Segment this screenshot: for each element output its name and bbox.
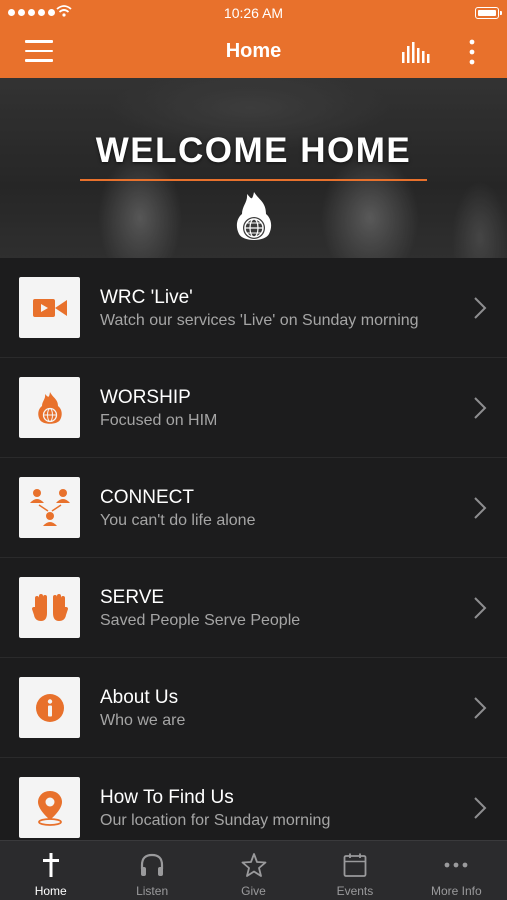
menu-list: WRC 'Live' Watch our services 'Live' on … (0, 258, 507, 840)
more-vertical-icon[interactable] (467, 39, 477, 65)
raised-hands-icon (19, 577, 80, 638)
tab-events[interactable]: Events (304, 841, 405, 900)
menu-item-title: WORSHIP (100, 387, 191, 408)
tab-give[interactable]: Give (203, 841, 304, 900)
menu-item-subtitle: Our location for Sunday morning (100, 812, 331, 829)
calendar-icon (343, 853, 367, 877)
menu-item-subtitle: Saved People Serve People (100, 612, 301, 629)
info-icon (19, 677, 80, 738)
hero-banner: WELCOME HOME (0, 78, 507, 258)
video-camera-icon (19, 277, 80, 338)
chevron-right-icon (474, 597, 487, 619)
chevron-right-icon (474, 697, 487, 719)
menu-item-subtitle: Watch our services 'Live' on Sunday morn… (100, 312, 419, 329)
menu-item-subtitle: You can't do life alone (100, 512, 256, 529)
star-icon (241, 853, 266, 877)
map-pin-icon (19, 777, 80, 838)
people-network-icon (19, 477, 80, 538)
hero-heading: WELCOME HOME (95, 131, 412, 170)
status-time: 10:26 AM (223, 5, 284, 21)
menu-item-wrc-live[interactable]: WRC 'Live' Watch our services 'Live' on … (0, 258, 507, 358)
tab-label: Events (336, 884, 374, 898)
audio-bars-icon[interactable] (401, 40, 431, 64)
tab-label: Listen (136, 884, 169, 898)
hero-divider (80, 179, 427, 181)
tab-label: Give (241, 884, 266, 898)
menu-item-subtitle: Who we are (100, 712, 186, 729)
menu-item-title: WRC 'Live' (100, 287, 193, 308)
menu-item-about-us[interactable]: About Us Who we are (0, 658, 507, 758)
tab-label: Home (34, 884, 67, 898)
menu-item-title: CONNECT (100, 487, 194, 508)
navigation-bar: Home (0, 26, 507, 78)
chevron-right-icon (474, 397, 487, 419)
flame-globe-icon (19, 377, 80, 438)
more-horizontal-icon (444, 862, 468, 868)
battery-icon (475, 7, 502, 19)
flame-globe-logo-icon (236, 192, 272, 240)
tab-more-info[interactable]: More Info (406, 841, 507, 900)
chevron-right-icon (474, 497, 487, 519)
chevron-right-icon (474, 797, 487, 819)
status-bar: 10:26 AM (0, 0, 507, 26)
tab-label: More Info (430, 884, 482, 898)
headphones-icon (141, 853, 164, 876)
menu-item-worship[interactable]: WORSHIP Focused on HIM (0, 358, 507, 458)
tab-listen[interactable]: Listen (101, 841, 202, 900)
menu-item-how-to-find-us[interactable]: How To Find Us Our location for Sunday m… (0, 758, 507, 840)
menu-item-title: About Us (100, 687, 179, 708)
tab-bar: Home Listen Give Events More Info (0, 840, 507, 900)
menu-item-connect[interactable]: CONNECT You can't do life alone (0, 458, 507, 558)
tab-home[interactable]: Home (0, 841, 101, 900)
menu-item-title: How To Find Us (100, 787, 234, 808)
menu-item-serve[interactable]: SERVE Saved People Serve People (0, 558, 507, 658)
menu-item-title: SERVE (100, 587, 165, 608)
chevron-right-icon (474, 297, 487, 319)
menu-item-subtitle: Focused on HIM (100, 412, 218, 429)
cross-icon (42, 853, 59, 877)
